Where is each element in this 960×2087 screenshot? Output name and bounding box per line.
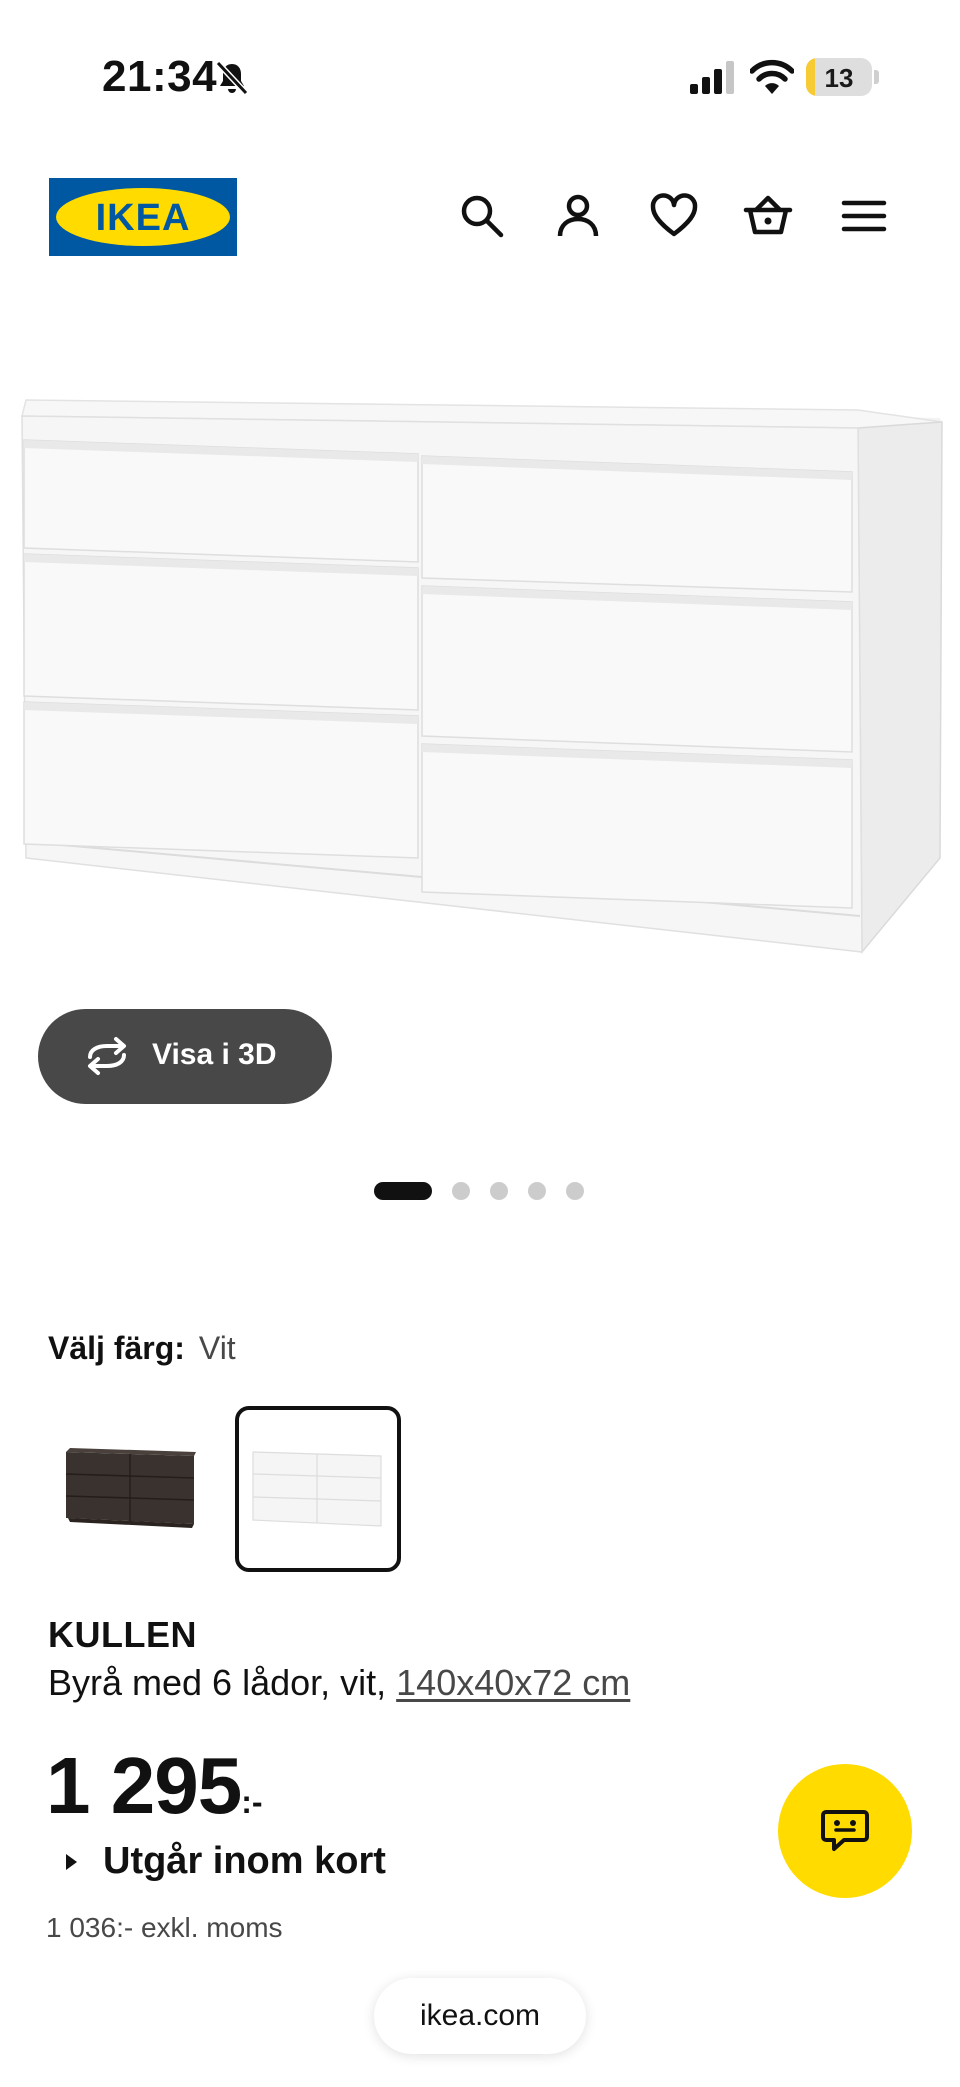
heart-icon[interactable] [648,190,700,242]
availability-text: Utgår inom kort [103,1840,386,1882]
carousel-dot[interactable] [566,1182,584,1200]
menu-icon[interactable] [838,190,890,242]
color-selector-heading: Välj färg: Vit [48,1330,236,1367]
wifi-icon [750,59,794,94]
product-name: KULLEN [48,1614,197,1655]
price-excluding-vat: 1 036:- exkl. moms [46,1912,283,1943]
ikea-logo[interactable]: IKEA [49,178,237,256]
carousel-dot[interactable] [528,1182,546,1200]
product-price: 1 295:- [46,1740,263,1832]
rotate-3d-icon [88,1037,126,1075]
product-description-text: Byrå med 6 lådor, vit, [48,1662,397,1703]
color-swatch-black-brown[interactable] [48,1406,214,1572]
price-amount: 1 295 [46,1741,242,1830]
battery-icon: 13 [806,58,872,96]
caret-right-icon [66,1853,77,1870]
logo-text: IKEA [95,197,191,239]
status-time: 21:34 [102,52,218,101]
signal-icon [690,61,734,94]
browser-url-bar[interactable]: ikea.com [374,1978,586,2054]
selected-color-value: Vit [198,1330,236,1366]
availability-toggle[interactable]: Utgår inom kort [66,1840,386,1883]
carousel-dot[interactable] [452,1182,470,1200]
chat-button[interactable] [778,1764,912,1898]
battery-nub [874,70,879,84]
product-dimensions-link[interactable]: 140x40x72 cm [396,1662,630,1703]
color-label: Välj färg: [48,1330,185,1366]
product-description: Byrå med 6 lådor, vit, 140x40x72 cm [48,1662,630,1704]
search-icon[interactable] [456,190,508,242]
battery-percent: 13 [824,63,854,93]
chat-icon [821,1810,869,1851]
color-swatch-white[interactable] [235,1406,401,1572]
bell-slash-icon [215,60,249,96]
carousel-dot-active[interactable] [374,1182,432,1200]
account-icon[interactable] [552,190,604,242]
view-in-3d-button[interactable]: Visa i 3D [38,1009,332,1104]
product-image[interactable] [0,360,960,960]
view-in-3d-label: Visa i 3D [152,1038,277,1071]
price-suffix: :- [241,1784,263,1820]
carousel-dot[interactable] [490,1182,508,1200]
basket-icon[interactable] [742,190,794,242]
